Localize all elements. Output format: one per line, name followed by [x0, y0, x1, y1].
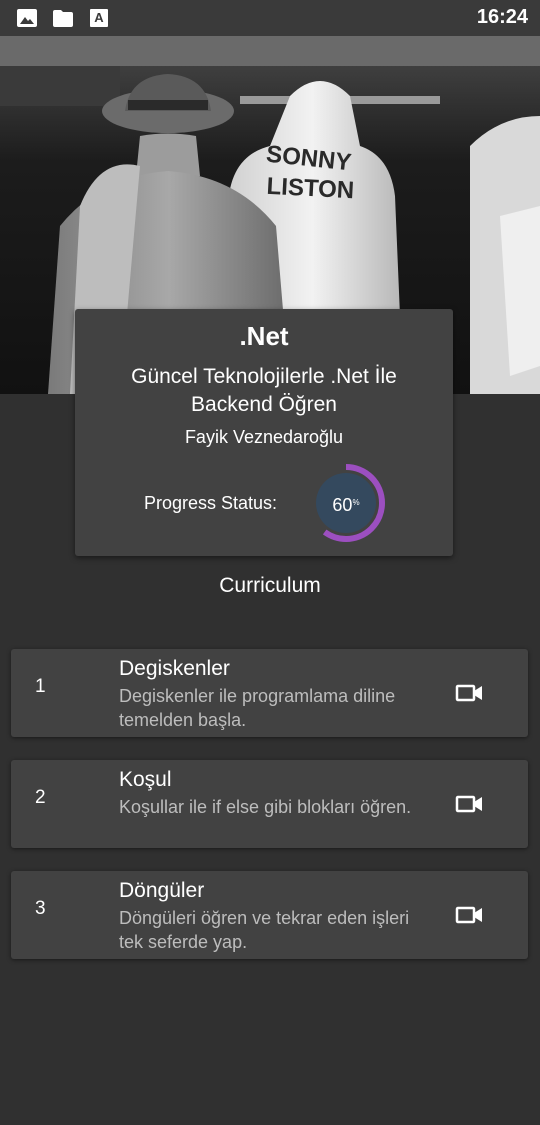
- lesson-title: Koşul: [119, 768, 172, 791]
- video-camera-icon[interactable]: [455, 794, 484, 814]
- lesson-title: Degiskenler: [119, 657, 230, 680]
- progress-unit: %: [352, 498, 360, 507]
- svg-text:LISTON: LISTON: [266, 173, 355, 205]
- lesson-description: Koşullar ile if else gibi blokları öğren…: [119, 797, 412, 817]
- progress-label: Progress Status:: [144, 493, 278, 513]
- folder-icon: [53, 10, 73, 27]
- lesson-card[interactable]: 2 Koşul Koşullar ile if else gibi blokla…: [11, 760, 528, 848]
- lesson-number: 1: [35, 676, 46, 697]
- lesson-card[interactable]: 1 Degiskenler Degiskenler ile programlam…: [11, 649, 528, 737]
- curriculum-heading: Curriculum: [219, 574, 321, 597]
- lesson-number: 3: [35, 898, 46, 919]
- course-author: Fayik Veznedaroğlu: [184, 427, 344, 447]
- video-camera-icon[interactable]: [455, 905, 484, 925]
- status-bar: A 16:24: [0, 0, 540, 36]
- course-subtitle: Güncel Teknolojilerle .Net İle Backend Ö…: [131, 365, 397, 416]
- progress-number: 60: [332, 495, 353, 515]
- lesson-description: Degiskenler ile programlama diline temel…: [119, 686, 396, 730]
- lesson-number: 2: [35, 787, 46, 808]
- image-icon: [17, 9, 37, 27]
- video-camera-icon[interactable]: [455, 683, 484, 703]
- course-card[interactable]: .Net Güncel Teknolojilerle .Net İle Back…: [75, 309, 453, 556]
- status-icons: A: [16, 8, 110, 28]
- font-icon: A: [90, 9, 108, 27]
- course-title: .Net: [239, 321, 289, 351]
- lesson-title: Döngüler: [119, 879, 205, 902]
- progress-value: 60%: [304, 495, 388, 516]
- lesson-description: Döngüleri öğren ve tekrar eden işleri te…: [119, 908, 410, 952]
- svg-text:A: A: [94, 10, 104, 25]
- lesson-card[interactable]: 3 Döngüler Döngüleri öğren ve tekrar ede…: [11, 871, 528, 959]
- status-time: 16:24: [476, 6, 528, 28]
